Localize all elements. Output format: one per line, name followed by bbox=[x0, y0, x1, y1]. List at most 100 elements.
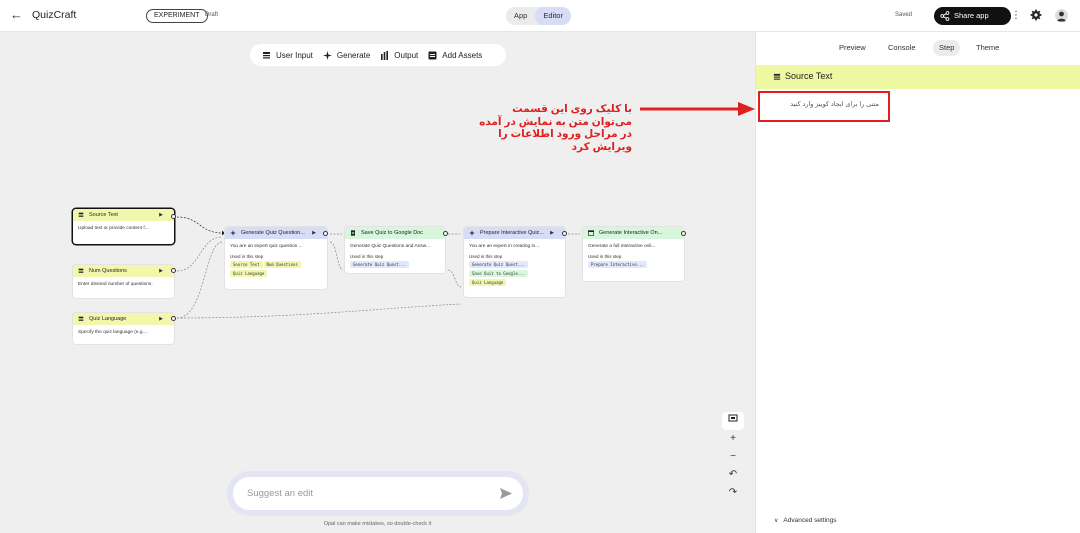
web-page-icon bbox=[588, 230, 594, 236]
gear-icon[interactable] bbox=[1030, 9, 1042, 21]
right-panel: Preview Console Step Theme Source Text م… bbox=[755, 32, 1080, 533]
run-step-icon[interactable]: ▶ bbox=[159, 313, 163, 325]
node-prepare-quiz[interactable]: Prepare Interactive Quiz... ▶ You are an… bbox=[464, 227, 565, 297]
node-header: Source Text ▶ bbox=[73, 209, 174, 221]
experiment-badge: EXPERIMENT bbox=[146, 9, 208, 23]
more-vert-icon[interactable]: ⋮ bbox=[1011, 9, 1021, 23]
node-generate-quiz[interactable]: Generate Quiz Question... ▶ You are an e… bbox=[225, 227, 327, 289]
node-port[interactable] bbox=[562, 231, 567, 236]
chip: Generate Quiz Quest... bbox=[350, 261, 409, 268]
node-generate-interactive[interactable]: Generate Interactive On... Generate a fu… bbox=[583, 227, 684, 281]
chevron-down-icon: ∨ bbox=[774, 518, 779, 524]
run-step-icon[interactable]: ▶ bbox=[312, 227, 316, 239]
used-in-step-label: Used in this step bbox=[469, 254, 503, 259]
node-body: Specify the quiz language (e.g.... bbox=[78, 330, 148, 335]
undo-icon[interactable]: ↶ bbox=[722, 466, 744, 484]
node-port[interactable] bbox=[171, 316, 176, 321]
run-step-icon[interactable]: ▶ bbox=[550, 227, 554, 239]
node-description: You are an expert quiz question ... bbox=[230, 244, 303, 249]
tab-console[interactable]: Console bbox=[882, 40, 922, 56]
node-title: Quiz Language bbox=[89, 316, 127, 322]
node-quiz-language[interactable]: Quiz Language ▶ Specify the quiz languag… bbox=[73, 313, 174, 344]
saved-status: Saved bbox=[895, 12, 913, 18]
zoom-controls: + − ↶ ↷ bbox=[722, 412, 744, 512]
node-description: Generate Quiz Questions and Answ... bbox=[350, 244, 430, 249]
share-app-button[interactable]: Share app bbox=[934, 7, 1011, 25]
node-description: You are an expert in creating in... bbox=[469, 244, 540, 249]
chip: Quiz Language bbox=[230, 270, 268, 277]
share-app-label: Share app bbox=[954, 11, 989, 20]
node-header: Num Questions ▶ bbox=[73, 265, 174, 277]
node-title: Save Quiz to Google Doc bbox=[361, 230, 424, 236]
share-icon bbox=[940, 11, 950, 21]
top-bar: ← QuizCraft EXPERIMENT Draft App Editor … bbox=[0, 0, 1080, 32]
draft-status: Draft bbox=[205, 12, 219, 18]
user-input-icon bbox=[78, 212, 84, 217]
run-step-icon[interactable]: ▶ bbox=[159, 265, 163, 277]
annotation-text: با کلیک روی این قسمت می‌توان متن به نمای… bbox=[468, 103, 632, 153]
user-input-icon bbox=[78, 268, 84, 273]
node-num-questions[interactable]: Num Questions ▶ Enter desired number of … bbox=[73, 265, 174, 298]
sparkle-icon bbox=[230, 230, 236, 236]
user-input-icon bbox=[78, 316, 84, 321]
node-port[interactable] bbox=[323, 231, 328, 236]
advanced-settings-toggle[interactable]: ∨ Advanced settings bbox=[774, 517, 837, 524]
node-body: Upload text or provide content f... bbox=[78, 226, 149, 231]
mode-tab-editor[interactable]: Editor bbox=[535, 7, 571, 25]
annotation-line: ویرایش کرد bbox=[571, 140, 632, 153]
step-title: Source Text bbox=[785, 71, 833, 81]
mode-tab-app[interactable]: App bbox=[506, 7, 535, 25]
zoom-out-icon[interactable]: − bbox=[722, 448, 744, 466]
avatar[interactable] bbox=[1055, 9, 1068, 22]
node-header: Quiz Language ▶ bbox=[73, 313, 174, 325]
used-in-step-label: Used in this step bbox=[588, 254, 622, 259]
node-body: Generate Quiz Questions and Answ... Used… bbox=[345, 239, 445, 273]
fit-view-glyph bbox=[728, 414, 738, 422]
node-port[interactable] bbox=[171, 268, 176, 273]
user-input-icon bbox=[773, 73, 781, 80]
node-description: Generate a full interactive onli... bbox=[588, 244, 656, 249]
advanced-settings-label: Advanced settings bbox=[783, 517, 837, 524]
chip: Save Quiz to Google... bbox=[469, 270, 528, 277]
chip: Generate Quiz Quest... bbox=[469, 261, 528, 268]
node-port[interactable] bbox=[681, 231, 686, 236]
node-title: Num Questions bbox=[89, 268, 127, 274]
used-in-step-label: Used in this step bbox=[350, 254, 384, 259]
node-header: Save Quiz to Google Doc bbox=[345, 227, 445, 239]
chip: Num Questions bbox=[263, 261, 301, 268]
back-arrow-icon[interactable]: ← bbox=[10, 8, 24, 22]
node-port[interactable] bbox=[443, 231, 448, 236]
flow-canvas[interactable]: User Input Generate Output Add Assets So… bbox=[0, 32, 755, 533]
annotation-line: در مراحل ورود اطلاعات را bbox=[498, 128, 632, 140]
suggest-edit-input[interactable] bbox=[247, 486, 487, 500]
document-icon bbox=[351, 230, 355, 236]
node-body: You are an expert quiz question ... Used… bbox=[225, 239, 327, 282]
node-save-quiz[interactable]: Save Quiz to Google Doc Generate Quiz Qu… bbox=[345, 227, 445, 273]
node-header: Generate Quiz Question... ▶ bbox=[225, 227, 327, 239]
mode-switch: App Editor bbox=[506, 7, 571, 25]
node-title: Prepare Interactive Quiz... bbox=[480, 230, 544, 236]
fit-view-icon[interactable] bbox=[722, 412, 744, 430]
node-title: Source Text bbox=[89, 212, 118, 218]
chip: Quiz Language bbox=[469, 279, 507, 286]
step-header: Source Text bbox=[756, 65, 1080, 89]
panel-tabs: Preview Console Step Theme bbox=[756, 40, 1080, 56]
tab-step[interactable]: Step bbox=[933, 40, 961, 56]
used-in-step-label: Used in this step bbox=[230, 254, 264, 259]
app-title: QuizCraft bbox=[32, 9, 77, 21]
node-title: Generate Interactive On... bbox=[599, 230, 663, 236]
annotation-highlight-box bbox=[758, 91, 890, 122]
zoom-in-icon[interactable]: + bbox=[722, 430, 744, 448]
run-step-icon[interactable]: ▶ bbox=[159, 209, 163, 221]
tab-theme[interactable]: Theme bbox=[970, 40, 1005, 56]
node-port[interactable] bbox=[171, 214, 176, 219]
annotation-line: می‌توان متن به نمایش در آمده bbox=[479, 115, 632, 128]
tab-preview[interactable]: Preview bbox=[833, 40, 872, 56]
disclaimer-text: Opal can make mistakes, so double-check … bbox=[323, 521, 432, 527]
chip: Prepare Interactive... bbox=[588, 261, 647, 268]
node-body: Enter desired number of questions. bbox=[78, 282, 153, 287]
send-icon[interactable] bbox=[499, 487, 513, 500]
node-source-text[interactable]: Source Text ▶ Upload text or provide con… bbox=[73, 209, 174, 244]
redo-icon[interactable]: ↷ bbox=[722, 484, 744, 502]
suggest-edit-inner bbox=[233, 477, 523, 510]
